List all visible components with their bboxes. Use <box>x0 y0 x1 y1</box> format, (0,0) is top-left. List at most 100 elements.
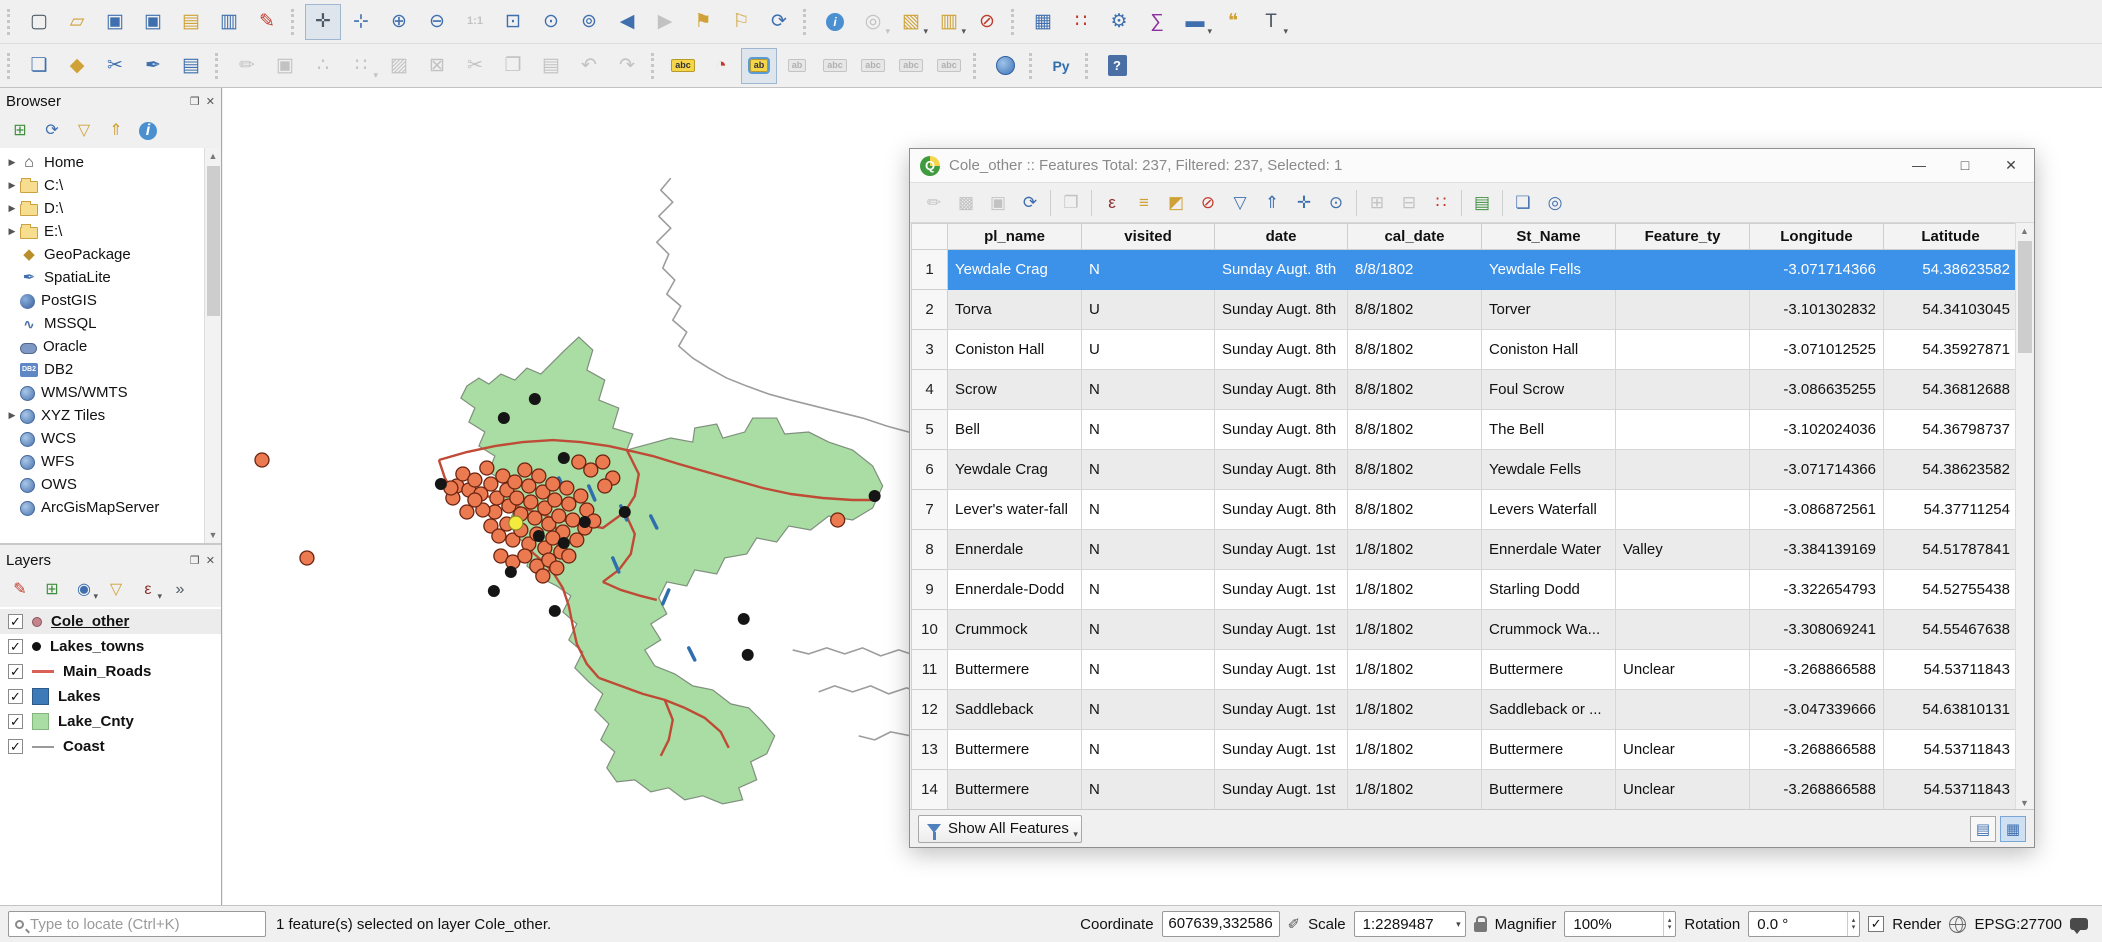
row-number[interactable]: 9 <box>912 570 948 610</box>
layer-item-coast[interactable]: ✓Coast <box>0 734 221 759</box>
show-all-features-button[interactable]: Show All Features ▾ <box>918 815 1082 843</box>
layer-checkbox[interactable]: ✓ <box>8 714 23 729</box>
zoom-to-layer-button[interactable]: ⊚ <box>571 4 607 40</box>
row-number[interactable]: 10 <box>912 610 948 650</box>
column-header-visited[interactable]: visited <box>1082 224 1215 250</box>
row-number[interactable]: 2 <box>912 290 948 330</box>
browser-item-postgis[interactable]: PostGIS <box>0 289 204 312</box>
collapse-all-button[interactable]: ⇑ <box>101 116 131 146</box>
table-row[interactable]: 9Ennerdale-DoddNSunday Augt. 1st1/8/1802… <box>912 570 2018 610</box>
table-row[interactable]: 14ButtermereNSunday Augt. 1st1/8/1802But… <box>912 770 2018 810</box>
table-row[interactable]: 7Lever's water-fallNSunday Augt. 8th8/8/… <box>912 490 2018 530</box>
table-row[interactable]: 6Yewdale CragNSunday Augt. 8th8/8/1802Ye… <box>912 450 2018 490</box>
row-number[interactable]: 7 <box>912 490 948 530</box>
row-number[interactable]: 13 <box>912 730 948 770</box>
scroll-down-icon[interactable]: ▼ <box>209 527 218 543</box>
locator-input[interactable]: Type to locate (Ctrl+K) <box>8 911 266 937</box>
browser-item-mssql[interactable]: ∿MSSQL <box>0 312 204 335</box>
browser-item-ows[interactable]: OWS <box>0 473 204 496</box>
new-project-button[interactable]: ▢ <box>21 4 57 40</box>
pan-to-selection-button[interactable]: ⊹ <box>343 4 379 40</box>
row-number[interactable]: 4 <box>912 370 948 410</box>
show-spatial-bookmarks-button[interactable]: ⚐ <box>723 4 759 40</box>
invert-selection-button[interactable]: ◩ <box>1161 188 1191 218</box>
table-settings-button[interactable]: ◎ <box>1540 188 1570 218</box>
browser-item-e-drive[interactable]: ▶E:\ <box>0 220 204 243</box>
zoom-out-button[interactable]: ⊖ <box>419 4 455 40</box>
column-header-cal_date[interactable]: cal_date <box>1348 224 1482 250</box>
browser-float-button[interactable]: ❐ <box>190 95 200 108</box>
layers-close-button[interactable]: ✕ <box>206 554 215 567</box>
text-annotation-button[interactable]: T▾ <box>1253 4 1289 40</box>
row-number[interactable]: 3 <box>912 330 948 370</box>
browser-item-geopackage[interactable]: ◆GeoPackage <box>0 243 204 266</box>
layer-checkbox[interactable]: ✓ <box>8 664 23 679</box>
crs-label[interactable]: EPSG:27700 <box>1974 916 2062 933</box>
form-view-button[interactable]: ▤ <box>1970 816 1996 842</box>
table-row[interactable]: 1Yewdale CragNSunday Augt. 8th8/8/1802Ye… <box>912 250 2018 290</box>
chevron-down-icon[interactable]: ▾ <box>1456 919 1461 930</box>
text-annotation-caret-icon[interactable]: ▾ <box>1283 26 1288 37</box>
scroll-thumb[interactable] <box>2018 241 2032 353</box>
row-number[interactable]: 5 <box>912 410 948 450</box>
browser-item-xyz-tiles[interactable]: ▶XYZ Tiles <box>0 404 204 427</box>
row-number[interactable]: 14 <box>912 770 948 810</box>
reload-table-button[interactable]: ⟳ <box>1015 188 1045 218</box>
coordinate-input[interactable]: 607639,332586 <box>1162 911 1280 937</box>
zoom-last-button[interactable]: ◀ <box>609 4 645 40</box>
filter-browser-button[interactable]: ▽ <box>69 116 99 146</box>
table-row[interactable]: 3Coniston HallUSunday Augt. 8th8/8/1802C… <box>912 330 2018 370</box>
lock-icon[interactable] <box>1474 922 1487 932</box>
expand-arrow-icon[interactable]: ▶ <box>4 226 20 237</box>
deselect-all-button[interactable]: ⊘ <box>969 4 1005 40</box>
layer-item-lakes-towns[interactable]: ✓Lakes_towns <box>0 634 221 659</box>
manage-map-themes-caret-icon[interactable]: ▾ <box>93 591 98 602</box>
layer-item-cole-other[interactable]: ✓Cole_other <box>0 609 221 634</box>
column-header-Longitude[interactable]: Longitude <box>1750 224 1884 250</box>
layers-float-button[interactable]: ❐ <box>190 554 200 567</box>
row-number[interactable]: 6 <box>912 450 948 490</box>
refresh-map-button[interactable]: ⟳ <box>761 4 797 40</box>
conditional-formatting-button[interactable]: ▤ <box>1467 188 1497 218</box>
select-by-value-button[interactable]: ▥▾ <box>931 4 967 40</box>
refresh-browser-button[interactable]: ⟳ <box>37 116 67 146</box>
python-console-button[interactable]: Py <box>1043 48 1079 84</box>
pan-to-selection-button[interactable]: ✛ <box>1289 188 1319 218</box>
filter-by-expression-button[interactable]: ε▾ <box>133 575 163 605</box>
help-button[interactable]: ? <box>1099 48 1135 84</box>
extents-icon[interactable]: ✐ <box>1288 915 1301 933</box>
field-calculator-button[interactable]: ∷ <box>1426 188 1456 218</box>
layer-item-main-roads[interactable]: ✓Main_Roads <box>0 659 221 684</box>
layer-checkbox[interactable]: ✓ <box>8 639 23 654</box>
deselect-all-button[interactable]: ⊘ <box>1193 188 1223 218</box>
layers-more-button[interactable]: » <box>165 575 195 605</box>
open-layer-styling-button[interactable]: ✎ <box>5 575 35 605</box>
browser-item-wcs[interactable]: WCS <box>0 427 204 450</box>
layer-item-lakes[interactable]: ✓Lakes <box>0 684 221 709</box>
table-row[interactable]: 5BellNSunday Augt. 8th8/8/1802The Bell-3… <box>912 410 2018 450</box>
row-number[interactable]: 12 <box>912 690 948 730</box>
expand-arrow-icon[interactable]: ▶ <box>4 180 20 191</box>
select-features-caret-icon[interactable]: ▾ <box>923 26 928 37</box>
row-number[interactable]: 11 <box>912 650 948 690</box>
move-selection-top-button[interactable]: ⇑ <box>1257 188 1287 218</box>
layer-diagram-button[interactable]: ◔ <box>703 48 739 84</box>
open-project-button[interactable]: ▱ <box>59 4 95 40</box>
new-spatialite-layer-button[interactable]: ✒ <box>135 48 171 84</box>
dock-attribute-table-button[interactable]: ❏ <box>1508 188 1538 218</box>
column-header-Latitude[interactable]: Latitude <box>1884 224 2018 250</box>
measure-caret-icon[interactable]: ▾ <box>1207 26 1212 37</box>
browser-close-button[interactable]: ✕ <box>206 95 215 108</box>
select-by-expression-button[interactable]: ε <box>1097 188 1127 218</box>
browser-item-home[interactable]: ▶⌂Home <box>0 151 204 174</box>
browser-item-arcgismapserver[interactable]: ArcGisMapServer <box>0 496 204 519</box>
browser-item-spatialite[interactable]: ✒SpatiaLite <box>0 266 204 289</box>
filter-by-expression-caret-icon[interactable]: ▾ <box>157 591 162 602</box>
metasearch-button[interactable] <box>987 48 1023 84</box>
scroll-thumb[interactable] <box>207 166 220 316</box>
map-tips-button[interactable]: ❝ <box>1215 4 1251 40</box>
render-checkbox[interactable]: ✓ <box>1868 916 1884 932</box>
filter-legend-button[interactable]: ▽ <box>101 575 131 605</box>
table-row[interactable]: 2TorvaUSunday Augt. 8th8/8/1802Torver-3.… <box>912 290 2018 330</box>
row-number[interactable]: 1 <box>912 250 948 290</box>
